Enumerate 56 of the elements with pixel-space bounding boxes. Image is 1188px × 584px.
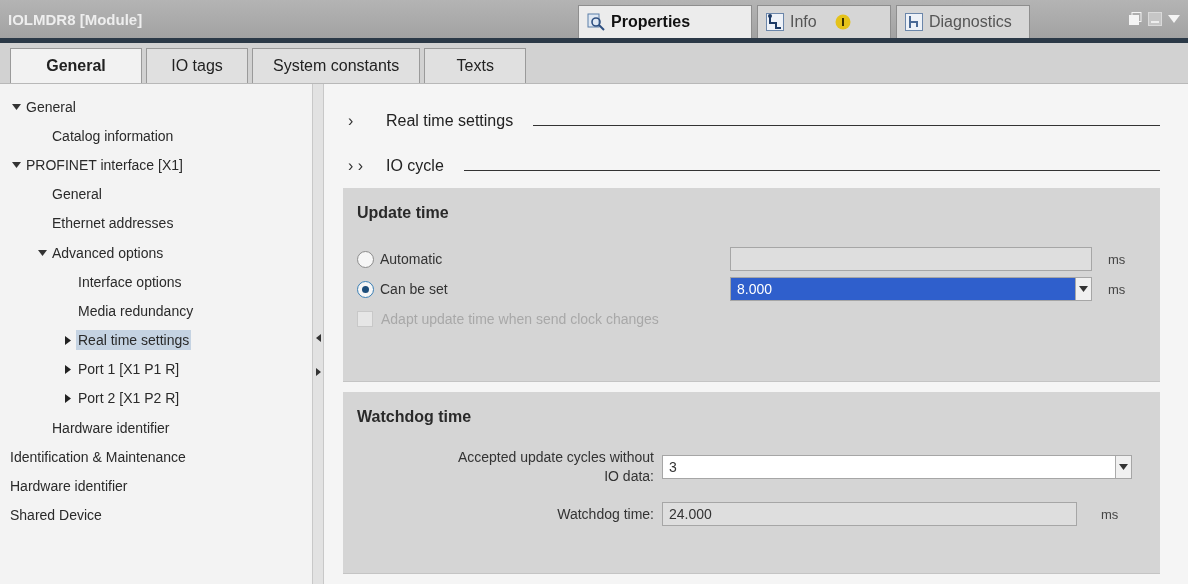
tab[interactable]: Texts (424, 48, 527, 83)
tree-item[interactable]: Advanced options (50, 242, 166, 263)
tree-item[interactable]: Hardware identifier (50, 417, 172, 438)
tree-item[interactable]: Interface options (76, 271, 184, 292)
input-field[interactable]: 24.000 (662, 502, 1077, 527)
info-badge-icon (834, 14, 851, 30)
collapse-left-icon[interactable] (315, 334, 321, 342)
caret-right-icon[interactable] (65, 364, 71, 374)
tree-item[interactable]: Ethernet addresses (50, 213, 176, 234)
chevron-marker: › (347, 111, 355, 130)
caret-down-icon[interactable] (1119, 464, 1128, 471)
unit-label: ms (1108, 251, 1126, 267)
dropdown-field[interactable]: 8.000 (730, 277, 1092, 302)
tree-item[interactable]: Media redundancy (76, 300, 196, 321)
tree-item[interactable]: General (24, 96, 78, 117)
tree-item[interactable]: Hardware identifier (8, 476, 130, 497)
network-icon (766, 13, 784, 31)
window-title: IOLMDR8 [Module] (8, 10, 144, 28)
tree-item[interactable]: Real time settings (76, 330, 192, 351)
unit-label: ms (1108, 281, 1126, 297)
tree-item[interactable]: General (50, 184, 104, 205)
caret-down-icon[interactable] (11, 103, 21, 110)
field-label: Accepted update cycles without IO data: (456, 448, 655, 487)
tree-item[interactable]: Port 1 [X1 P1 R] (76, 359, 182, 380)
tree-item[interactable]: Catalog information (50, 125, 176, 146)
dropdown-field[interactable]: 3 (662, 455, 1132, 480)
tab[interactable]: System constants (252, 48, 421, 83)
panel-title: Watchdog time (357, 408, 473, 427)
input-field[interactable] (730, 247, 1092, 272)
caret-right-icon[interactable] (65, 335, 71, 345)
panel-title: Update time (357, 204, 450, 223)
caret-down-icon[interactable] (11, 161, 21, 168)
inspector-tab[interactable]: Properties (578, 5, 752, 38)
field-label: Watchdog time: (556, 504, 655, 524)
tab[interactable]: General (10, 48, 142, 83)
unit-label: ms (1101, 506, 1119, 522)
tab[interactable]: IO tags (146, 48, 248, 83)
inspector-tab[interactable]: Info (757, 5, 891, 38)
section-heading: IO cycle (386, 156, 444, 175)
section-heading: Real time settings (386, 111, 514, 130)
tree-item[interactable]: Identification & Maintenance (8, 446, 188, 467)
inspector-tab[interactable]: Diagnostics (896, 5, 1030, 38)
chevron-marker: › › (347, 156, 365, 175)
magnifier-icon (587, 13, 605, 31)
tree-item[interactable]: Shared Device (8, 505, 104, 526)
radio-label: Automatic (380, 251, 444, 268)
caret-down-icon[interactable] (1079, 286, 1088, 293)
tree-item[interactable]: Port 2 [X1 P2 R] (76, 388, 182, 409)
caret-right-icon[interactable] (65, 393, 71, 403)
expand-right-icon[interactable] (315, 368, 321, 376)
caret-down-icon[interactable] (37, 249, 47, 256)
radio-button[interactable] (357, 280, 374, 298)
diagnostics-icon (905, 13, 923, 31)
radio-label: Can be set (380, 281, 449, 298)
radio-button[interactable] (357, 250, 374, 268)
tree-item[interactable]: PROFINET interface [X1] (24, 154, 185, 175)
